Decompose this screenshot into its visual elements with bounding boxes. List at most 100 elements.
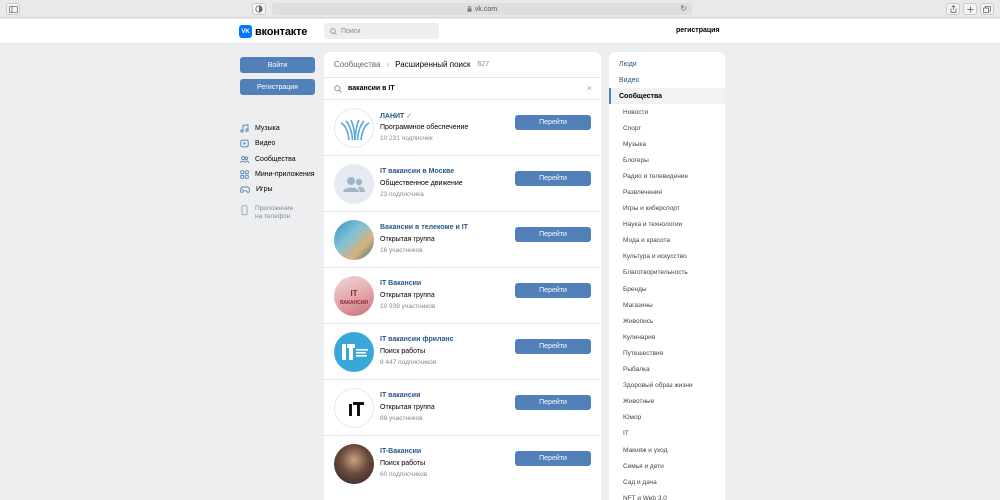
clear-icon[interactable]: × [587, 83, 592, 93]
category-item[interactable]: Кулинария [609, 329, 725, 345]
category-item[interactable]: IT [609, 426, 725, 442]
tab-overview-icon[interactable] [980, 3, 994, 15]
community-name[interactable]: IT Вакансии [380, 280, 421, 287]
category-item[interactable]: Рыбалка [609, 362, 725, 378]
community-row[interactable]: IT вакансии Открытая группа 88 участнико… [324, 380, 601, 436]
community-avatar[interactable] [334, 332, 374, 372]
community-row[interactable]: IT ВАКАНСИИ IT Вакансии Открытая группа … [324, 268, 601, 324]
vk-logo[interactable]: VK вконтакте [239, 25, 307, 38]
category-item[interactable]: Спорт [609, 120, 725, 136]
open-community-button[interactable]: Перейти [515, 227, 591, 242]
category-item[interactable]: Путешествия [609, 345, 725, 361]
login-button[interactable]: Войти [240, 57, 315, 73]
phone-icon [241, 205, 248, 216]
open-community-button[interactable]: Перейти [515, 115, 591, 130]
filter-video[interactable]: Видео [609, 72, 725, 88]
search-placeholder: Поиск [341, 27, 361, 35]
vk-logo-icon: VK [239, 25, 252, 38]
sidebar-nav: Музыка Видео Сообщества Мини-приложения … [240, 121, 315, 197]
community-row[interactable]: IT вакансии в Москве Общественное движен… [324, 156, 601, 212]
category-item[interactable]: Развлечения [609, 184, 725, 200]
sidebar-item-label: Сообщества [255, 155, 296, 163]
search-filters-panel: Люди Видео Сообщества Новости Спорт Музы… [609, 52, 725, 500]
community-row[interactable]: ЛАНИТ ✓ Программное обеспечение 10 231 п… [324, 100, 601, 156]
category-item[interactable]: NFT и Web 3.0 [609, 490, 725, 500]
gamepad-icon [240, 186, 250, 194]
community-category: Общественное движение [380, 180, 463, 187]
sidebar-item-mini-apps[interactable]: Мини-приложения [240, 167, 315, 182]
breadcrumb-communities[interactable]: Сообщества [334, 60, 380, 69]
open-community-button[interactable]: Перейти [515, 283, 591, 298]
sidebar-item-label: Игры [256, 186, 273, 194]
category-item[interactable]: Макияж и уход [609, 442, 725, 458]
open-community-button[interactable]: Перейти [515, 171, 591, 186]
community-row[interactable]: IT-Вакансии Поиск работы 60 подписчиков … [324, 436, 601, 492]
mobile-app-line1: Приложение [255, 205, 294, 213]
svg-text:ВАКАНСИИ: ВАКАНСИИ [340, 300, 368, 306]
filter-people[interactable]: Люди [609, 56, 725, 72]
community-name[interactable]: IT вакансии фриланс [380, 336, 454, 343]
community-avatar[interactable] [334, 444, 374, 484]
community-row[interactable]: Вакансии в телекоме и IT Открытая группа… [324, 212, 601, 268]
sidebar-toggle-icon[interactable] [6, 3, 20, 15]
reload-icon[interactable]: ↻ [680, 4, 687, 13]
community-row[interactable]: IT вакансии фриланс Поиск работы 8 447 п… [324, 324, 601, 380]
community-category: Открытая группа [380, 404, 435, 411]
sidebar-item-games[interactable]: Игры [240, 182, 315, 197]
video-icon [240, 140, 249, 148]
header-search-input[interactable]: Поиск [324, 23, 439, 39]
category-item[interactable]: Радио и телевидение [609, 168, 725, 184]
chevron-right-icon: › [386, 60, 390, 69]
community-avatar[interactable]: IT ВАКАНСИИ [334, 276, 374, 316]
community-search-input[interactable]: вакансии в IT × [324, 78, 601, 100]
category-item[interactable]: Новости [609, 104, 725, 120]
sidebar-item-music[interactable]: Музыка [240, 121, 315, 136]
sidebar-item-label: Музыка [255, 125, 280, 133]
community-name[interactable]: ЛАНИТ ✓ [380, 112, 412, 120]
category-item[interactable]: Животные [609, 394, 725, 410]
address-bar[interactable]: vk.com ↻ [272, 3, 692, 15]
category-item[interactable]: Семья и дети [609, 458, 725, 474]
result-count: 627 [477, 61, 490, 68]
community-name[interactable]: IT-Вакансии [380, 448, 421, 455]
community-avatar[interactable] [334, 164, 374, 204]
community-name[interactable]: IT вакансии в Москве [380, 168, 454, 175]
community-avatar[interactable] [334, 388, 374, 428]
new-tab-icon[interactable] [963, 3, 977, 15]
sidebar-item-video[interactable]: Видео [240, 136, 315, 151]
category-item[interactable]: Блогеры [609, 152, 725, 168]
community-subscribers: 23 подписчика [380, 191, 424, 198]
category-item[interactable]: Благотворительность [609, 265, 725, 281]
register-link[interactable]: регистрация [676, 27, 720, 34]
register-button[interactable]: Регистрация [240, 79, 315, 95]
search-icon [330, 27, 337, 35]
category-item[interactable]: Мода и красота [609, 233, 725, 249]
community-avatar[interactable] [334, 220, 374, 260]
category-item[interactable]: Наука и технологии [609, 217, 725, 233]
open-community-button[interactable]: Перейти [515, 451, 591, 466]
privacy-shield-icon[interactable] [252, 3, 266, 15]
sidebar-item-mobile-app[interactable]: Приложение на телефон [240, 205, 315, 221]
category-item[interactable]: Юмор [609, 410, 725, 426]
category-item[interactable]: Здоровый образ жизни [609, 378, 725, 394]
category-item[interactable]: Музыка [609, 136, 725, 152]
category-item[interactable]: Игры и киберспорт [609, 201, 725, 217]
community-category: Открытая группа [380, 236, 435, 243]
share-icon[interactable] [946, 3, 960, 15]
category-item[interactable]: Живопись [609, 313, 725, 329]
category-item[interactable]: Бренды [609, 281, 725, 297]
open-community-button[interactable]: Перейти [515, 395, 591, 410]
sidebar-item-label: Видео [255, 140, 276, 148]
community-name[interactable]: IT вакансии [380, 392, 420, 399]
category-item[interactable]: Магазины [609, 297, 725, 313]
sidebar-item-communities[interactable]: Сообщества [240, 152, 315, 167]
site-header: VK вконтакте Поиск регистрация [0, 19, 1000, 44]
category-item[interactable]: Сад и дача [609, 474, 725, 490]
community-category: Открытая группа [380, 292, 435, 299]
open-community-button[interactable]: Перейти [515, 339, 591, 354]
community-name[interactable]: Вакансии в телекоме и IT [380, 224, 468, 231]
community-subscribers: 8 447 подписчиков [380, 359, 437, 366]
category-item[interactable]: Культура и искусство [609, 249, 725, 265]
filter-communities[interactable]: Сообщества [609, 88, 725, 104]
community-avatar[interactable] [334, 108, 374, 148]
